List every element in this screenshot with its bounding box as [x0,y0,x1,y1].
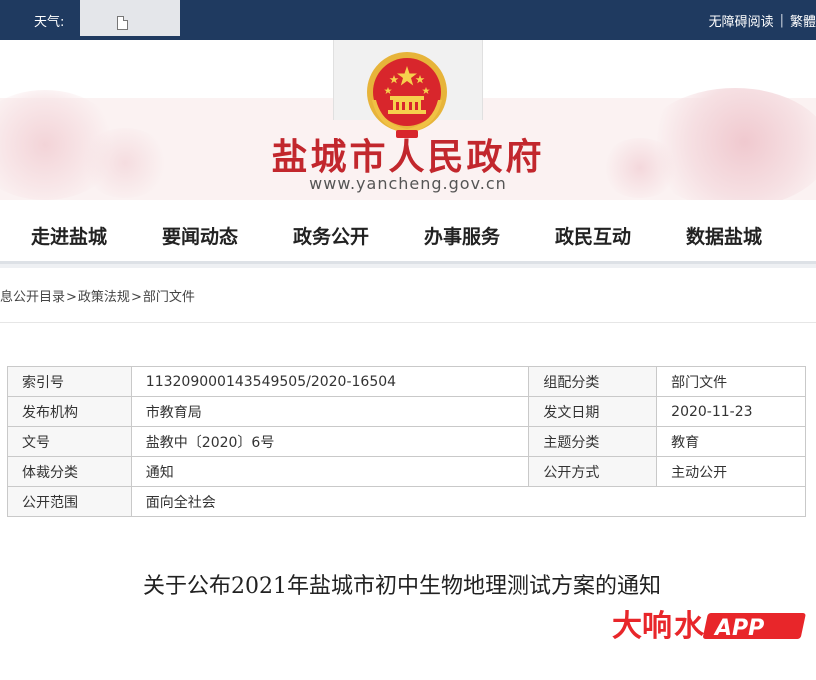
disclosure-scope-value: 面向全社会 [130,486,807,517]
document-number-label: 文号 [7,426,132,457]
weather-label: 天气: [34,15,65,30]
index-number-value: 113209000143549505/2020-16504 [130,366,530,397]
main-navigation: 走进盐城 要闻动态 政务公开 办事服务 政民互动 数据盐城 [0,200,816,264]
genre-value: 通知 [130,456,530,487]
traditional-chinese-link[interactable]: 繁體 [790,11,816,30]
nav-item-services[interactable]: 办事服务 [424,222,500,249]
publisher-value: 市教育局 [130,396,530,427]
site-banner: 盐城市人民政府 www.yancheng.gov.cn [0,40,816,208]
dxs-app-watermark-icon: 大 响 水 APP [612,609,806,644]
document-title: 关于公布2021年盐城市初中生物地理测试方案的通知 [0,568,816,600]
breadcrumb-item-catalog[interactable]: 息公开目录 [0,290,65,305]
site-url[interactable]: www.yancheng.gov.cn [0,174,816,193]
document-number-value: 盐教中〔2020〕6号 [130,426,530,457]
nav-item-data[interactable]: 数据盐城 [686,222,762,249]
issue-date-value: 2020-11-23 [656,396,806,427]
top-bar: 天气: 无障碍阅读 | 繁體 [0,0,816,40]
weather-widget[interactable] [80,0,180,36]
category-label: 组配分类 [528,366,658,397]
publisher-label: 发布机构 [7,396,132,427]
breadcrumb-item-department-docs[interactable]: 部门文件 [143,290,195,305]
watermark-brand-1: 大 [612,609,642,644]
table-row: 索引号 113209000143549505/2020-16504 组配分类 部… [7,366,806,397]
document-info-table: 索引号 113209000143549505/2020-16504 组配分类 部… [7,366,807,517]
nav-divider [0,264,816,268]
topic-value: 教育 [656,426,806,457]
breadcrumb: 息公开目录>政策法规>部门文件 [0,286,195,305]
table-row: 文号 盐教中〔2020〕6号 主题分类 教育 [7,426,806,457]
nav-item-government-affairs[interactable]: 政务公开 [293,222,369,249]
index-number-label: 索引号 [7,366,132,397]
document-title-text: 关于公布2021年盐城市初中生物地理测试方案的通知 [143,574,661,599]
top-links-separator: | [779,13,784,28]
nav-item-news[interactable]: 要闻动态 [162,222,238,249]
table-row: 公开范围 面向全社会 [7,486,807,517]
genre-label: 体裁分类 [7,456,132,487]
disclosure-method-value: 主动公开 [656,456,806,487]
issue-date-label: 发文日期 [528,396,658,427]
nav-item-interaction[interactable]: 政民互动 [555,222,631,249]
watermark-brand-3: 水 [674,609,705,644]
breadcrumb-divider [0,322,816,323]
disclosure-scope-label: 公开范围 [7,486,132,517]
topic-label: 主题分类 [528,426,658,457]
nav-item-enter-yancheng[interactable]: 走进盐城 [31,222,107,249]
watermark-brand-2: 响 [642,609,672,644]
breadcrumb-item-policy[interactable]: 政策法规 [78,290,130,305]
accessibility-link[interactable]: 无障碍阅读 [709,11,774,30]
table-row: 发布机构 市教育局 发文日期 2020-11-23 [7,396,806,427]
category-value: 部门文件 [656,366,806,397]
breadcrumb-separator: > [66,290,77,305]
top-links: 无障碍阅读 | 繁體 [709,11,816,30]
breadcrumb-separator: > [130,290,142,305]
broken-image-icon [117,16,128,30]
table-row: 体裁分类 通知 公开方式 主动公开 [7,456,806,487]
site-title: 盐城市人民政府 [271,136,545,178]
disclosure-method-label: 公开方式 [528,456,658,487]
watermark-app-label: APP [713,616,764,641]
